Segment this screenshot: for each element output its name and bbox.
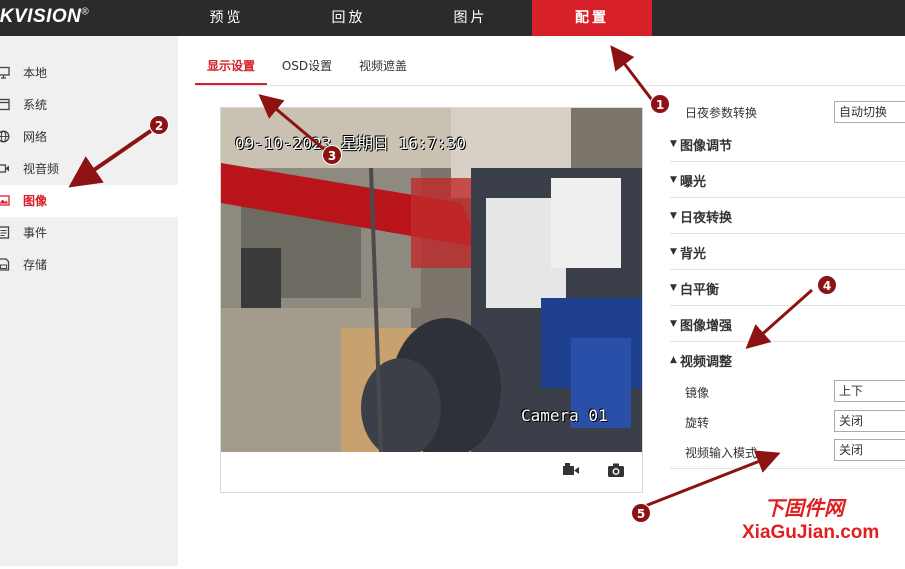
watermark-url: XiaGuJian.com <box>742 522 880 543</box>
chevron-down-icon: ▼ <box>670 139 677 149</box>
config-sidebar: 本地 系统 网络 视音频 图像 事件 存储 <box>0 36 178 566</box>
section-backlight[interactable]: ▼ 背光 <box>670 234 905 270</box>
nav-picture[interactable]: 图片 <box>410 0 531 36</box>
monitor-icon <box>0 66 10 79</box>
sidebar-item-local[interactable]: 本地 <box>0 57 178 89</box>
chevron-down-icon: ▼ <box>670 283 677 293</box>
sidebar-item-label: 视音频 <box>23 162 60 176</box>
section-label: 曝光 <box>680 175 707 190</box>
section-white-balance[interactable]: ▼ 白平衡 <box>670 270 905 306</box>
registered-mark: ® <box>81 6 90 18</box>
section-exposure[interactable]: ▼ 曝光 <box>670 162 905 198</box>
video-frame[interactable]: 09-10-2023 星期日 16:7:30 Camera 01 <box>221 108 642 452</box>
sidebar-item-label: 事件 <box>23 226 48 240</box>
nav-configuration[interactable]: 配置 <box>532 0 652 36</box>
section-label: 背光 <box>680 247 707 262</box>
annotation-badge-5: 5 <box>631 503 651 523</box>
osd-timestamp: 09-10-2023 星期日 16:7:30 <box>235 134 467 153</box>
system-icon <box>0 98 10 111</box>
image-icon <box>0 195 10 206</box>
chevron-down-icon: ▼ <box>670 319 677 329</box>
section-video-adjust[interactable]: ▲ 视频调整 <box>670 342 905 378</box>
day-night-param-label: 日夜参数转换 <box>685 106 758 120</box>
storage-icon <box>0 258 10 271</box>
watermark-title: 下固件网 <box>764 496 844 520</box>
rotate-select[interactable]: 关闭 <box>834 410 905 432</box>
chevron-down-icon: ▼ <box>670 247 677 257</box>
tab-display-settings[interactable]: 显示设置 <box>195 57 267 85</box>
sidebar-item-label: 存储 <box>23 258 48 272</box>
sidebar-item-event[interactable]: 事件 <box>0 217 178 249</box>
sidebar-item-network[interactable]: 网络 <box>0 121 178 153</box>
network-icon <box>0 130 10 143</box>
video-input-mode-select[interactable]: 关闭 <box>834 439 905 461</box>
chevron-up-icon: ▲ <box>670 355 677 365</box>
event-icon <box>0 226 10 239</box>
mirror-label: 镜像 <box>685 386 710 400</box>
sidebar-item-label: 本地 <box>23 66 48 80</box>
video-input-mode-label: 视频输入模式 <box>685 446 758 460</box>
arrow-5 <box>644 450 781 508</box>
section-image-adjust[interactable]: ▼ 图像调节 <box>670 126 905 162</box>
annotation-badge-1: 1 <box>650 94 670 114</box>
sidebar-item-label: 系统 <box>23 98 48 112</box>
brand-logo-text: IKVISION <box>0 6 82 27</box>
section-label: 日夜转换 <box>680 211 733 226</box>
camera-scene <box>221 108 642 452</box>
section-day-night[interactable]: ▼ 日夜转换 <box>670 198 905 234</box>
nav-preview[interactable]: 预览 <box>166 0 287 36</box>
tab-privacy-mask[interactable]: 视频遮盖 <box>352 57 414 85</box>
osd-camera-name: Camera 01 <box>521 406 608 425</box>
section-label: 白平衡 <box>680 283 720 298</box>
section-label: 图像调节 <box>680 139 733 154</box>
rotate-label: 旋转 <box>685 416 710 430</box>
snapshot-icon[interactable] <box>607 462 625 478</box>
mirror-select[interactable]: 上下 <box>834 380 905 402</box>
sidebar-item-storage[interactable]: 存储 <box>0 249 178 281</box>
record-icon[interactable] <box>562 462 580 478</box>
live-preview-panel: 09-10-2023 星期日 16:7:30 Camera 01 <box>220 107 643 493</box>
chevron-down-icon: ▼ <box>670 211 677 221</box>
section-label: 视频调整 <box>680 355 733 370</box>
sidebar-item-audio-video[interactable]: 视音频 <box>0 153 178 185</box>
arrow-1 <box>610 45 654 101</box>
brand-logo: IKVISION® <box>0 6 89 28</box>
top-nav-bar: IKVISION® 预览 回放 图片 配置 <box>0 0 905 36</box>
sidebar-item-system[interactable]: 系统 <box>0 89 178 121</box>
tab-divider <box>195 85 905 86</box>
day-night-param-select[interactable]: 自动切换 <box>834 101 905 123</box>
sidebar-item-image[interactable]: 图像 <box>0 185 178 217</box>
sidebar-item-label: 网络 <box>23 130 48 144</box>
section-label: 图像增强 <box>680 319 733 334</box>
chevron-down-icon: ▼ <box>670 175 677 185</box>
section-divider <box>670 468 905 469</box>
section-image-enhance[interactable]: ▼ 图像增强 <box>670 306 905 342</box>
audio-video-icon <box>0 164 9 173</box>
tab-osd-settings[interactable]: OSD设置 <box>276 57 338 85</box>
nav-playback[interactable]: 回放 <box>288 0 409 36</box>
sidebar-item-label: 图像 <box>23 194 48 208</box>
